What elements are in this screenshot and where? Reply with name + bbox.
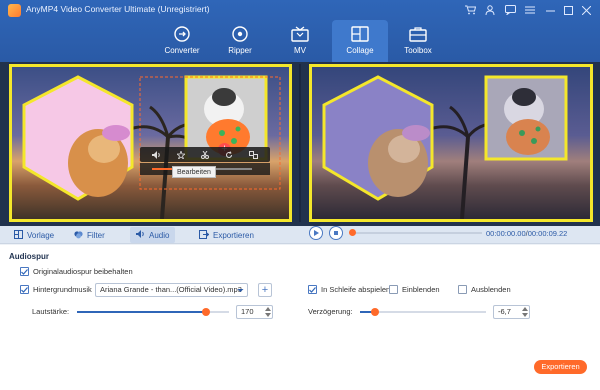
user-icon[interactable]	[482, 2, 498, 18]
collage-editor-frame[interactable]	[9, 64, 292, 222]
delay-input[interactable]: -6,7	[493, 305, 530, 319]
checkbox-box	[308, 285, 317, 294]
filter-icon	[74, 230, 83, 241]
plus-icon: +	[261, 284, 269, 296]
nav-collage[interactable]: Collage	[332, 20, 388, 62]
collage-preview-frame	[309, 64, 593, 222]
total-time: 00:00:09.22	[527, 229, 568, 238]
volume-slider-knob[interactable]	[202, 308, 210, 316]
current-time: 00:00:00.00	[486, 229, 526, 238]
checkbox-label: Einblenden	[402, 285, 440, 294]
keep-original-checkbox[interactable]: Originalaudiospur beibehalten	[20, 267, 133, 276]
tab-label: Filter	[87, 230, 105, 240]
fade-out-checkbox[interactable]: Ausblenden	[458, 285, 511, 294]
delay-slider-knob[interactable]	[371, 308, 379, 316]
nav-toolbox[interactable]: Toolbox	[390, 20, 446, 62]
play-button[interactable]	[309, 226, 323, 240]
background-music-checkbox[interactable]: Hintergrundmusik	[20, 285, 92, 294]
time-display: 00:00:00.00/00:00:09.22	[486, 229, 568, 238]
converter-icon	[172, 25, 192, 43]
menu-icon[interactable]	[522, 2, 538, 18]
delay-value: -6,7	[498, 307, 511, 316]
cart-icon[interactable]	[462, 2, 478, 18]
nav-mv[interactable]: MV	[272, 20, 328, 62]
collage-icon	[350, 25, 370, 43]
audio-icon	[136, 230, 145, 240]
tab-label: Exportieren	[213, 230, 254, 240]
volume-slider[interactable]	[77, 308, 229, 316]
checkbox-box	[389, 285, 398, 294]
checkbox-label: Hintergrundmusik	[33, 285, 92, 294]
tab-filter[interactable]: Filter	[68, 227, 111, 243]
tab-template[interactable]: Vorlage	[8, 227, 60, 243]
seek-knob[interactable]	[349, 229, 356, 236]
seek-bar[interactable]	[349, 229, 482, 236]
checkbox-box	[458, 285, 467, 294]
nav-label: MV	[294, 46, 306, 55]
nav-label: Collage	[346, 46, 374, 55]
tab-label: Audio	[149, 230, 170, 240]
ripper-icon	[230, 25, 250, 43]
toolbox-icon	[408, 25, 428, 43]
effects-icon[interactable]	[177, 150, 185, 159]
nav-label: Converter	[164, 46, 200, 55]
nav-label: Ripper	[228, 46, 252, 55]
fade-in-checkbox[interactable]: Einblenden	[389, 285, 440, 294]
title-bar: AnyMP4 Video Converter Ultimate (Unregis…	[0, 0, 600, 62]
export-icon	[199, 229, 210, 241]
cut-icon[interactable]	[201, 150, 209, 159]
volume-label: Lautstärke:	[32, 307, 70, 316]
nav-label: Toolbox	[404, 46, 432, 55]
spinner-arrows-icon[interactable]	[522, 307, 528, 317]
music-file-select[interactable]: Ariana Grande - than...(Official Video).…	[95, 283, 248, 297]
minimize-icon[interactable]	[542, 2, 558, 18]
preview-divider	[299, 64, 301, 222]
checkbox-label: In Schleife abspielen	[321, 285, 391, 294]
stop-icon	[334, 231, 338, 235]
nav-converter[interactable]: Converter	[154, 20, 210, 62]
stop-button[interactable]	[329, 226, 343, 240]
checkbox-box	[20, 285, 29, 294]
nav-ripper[interactable]: Ripper	[212, 20, 268, 62]
delay-slider[interactable]	[360, 308, 486, 316]
loop-checkbox[interactable]: In Schleife abspielen	[308, 285, 390, 294]
mv-icon	[290, 25, 310, 43]
chevron-down-icon	[237, 289, 244, 292]
volume-input[interactable]: 170	[236, 305, 273, 319]
tab-export[interactable]: Exportieren	[193, 227, 260, 243]
template-icon	[14, 229, 23, 241]
replace-icon[interactable]	[249, 150, 258, 159]
volume-slider-fill	[77, 311, 206, 313]
section-title: Audiospur	[9, 252, 49, 261]
tab-label: Vorlage	[27, 230, 55, 240]
play-icon	[314, 230, 319, 236]
checkbox-label: Ausblenden	[471, 285, 511, 294]
add-music-button[interactable]: +	[258, 283, 272, 297]
select-value: Ariana Grande - than...(Official Video).…	[100, 285, 242, 294]
app-window: AnyMP4 Video Converter Ultimate (Unregis…	[0, 0, 600, 390]
app-logo	[8, 4, 21, 17]
checkbox-box	[20, 267, 29, 276]
maximize-icon[interactable]	[560, 2, 576, 18]
chat-icon[interactable]	[502, 2, 518, 18]
tab-audio[interactable]: Audio	[130, 227, 176, 243]
clip-edit-toolbar	[140, 147, 270, 162]
window-title: AnyMP4 Video Converter Ultimate (Unregis…	[26, 4, 210, 14]
export-button[interactable]: Exportieren	[534, 360, 587, 374]
preview-area: + Bearbeiten	[0, 62, 600, 226]
edit-tooltip: Bearbeiten	[172, 166, 216, 178]
spinner-arrows-icon[interactable]	[265, 307, 271, 317]
volume-icon[interactable]	[152, 150, 161, 159]
rotate-icon[interactable]	[225, 150, 233, 159]
volume-value: 170	[241, 307, 254, 316]
checkbox-label: Originalaudiospur beibehalten	[33, 267, 133, 276]
close-icon[interactable]	[578, 2, 594, 18]
delay-label: Verzögerung:	[308, 307, 353, 316]
